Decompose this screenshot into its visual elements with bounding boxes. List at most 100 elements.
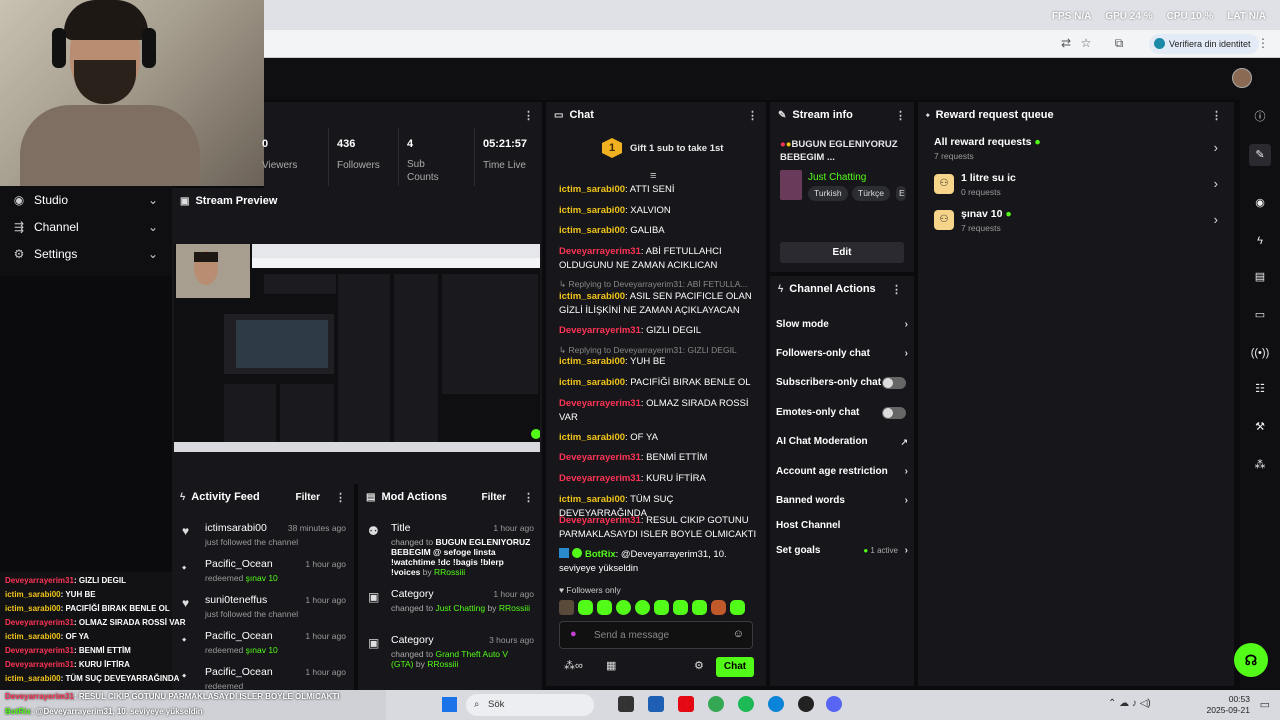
subscribers-only-toggle[interactable] [882, 377, 906, 389]
gift-banner[interactable]: 1 Gift 1 sub to take 1st [602, 138, 723, 158]
points-icon[interactable]: ⁂ [1249, 454, 1271, 476]
emotes-only-toggle[interactable] [882, 407, 906, 419]
slow-mode-row[interactable]: Slow mode › [776, 317, 910, 333]
pencil-icon[interactable]: ✎ [1249, 144, 1271, 166]
menu-dots-icon[interactable]: ⋮ [747, 109, 758, 122]
emote-icon[interactable] [578, 600, 593, 615]
tag[interactable]: Turkish [808, 186, 848, 201]
taskbar-search[interactable]: ⌕ Sök [466, 694, 594, 716]
feed-user[interactable]: suni0teneffus [205, 594, 267, 606]
chat-user[interactable]: Deveyarrayerim31 [559, 452, 641, 463]
avatar[interactable] [1232, 68, 1252, 88]
chat-user[interactable]: Deveyarrayerim31 [559, 325, 641, 336]
info-icon[interactable]: ⓘ [1249, 106, 1271, 128]
bolt-icon[interactable]: ϟ [1249, 230, 1271, 252]
filter-lines-icon[interactable]: ≡ [650, 170, 656, 182]
broadcast-icon[interactable]: ((•)) [1249, 342, 1271, 364]
spotify-icon[interactable] [738, 696, 754, 712]
emote-icon[interactable] [559, 600, 574, 615]
mod-user[interactable]: RRossiii [499, 603, 530, 613]
filter-button[interactable]: Filter [296, 492, 320, 503]
chat-user[interactable]: Deveyarrayerim31 [559, 398, 641, 409]
chat-user[interactable]: Deveyarrayerim31 [559, 246, 641, 257]
windows-start-icon[interactable] [442, 697, 457, 712]
chat-user[interactable]: Deveyarrayerim31 [559, 473, 641, 484]
chat-user[interactable]: ictim_sarabi00 [559, 494, 625, 505]
feed-user[interactable]: ictimsarabi00 [205, 522, 267, 534]
edit-stream-button[interactable]: Edit [780, 242, 904, 263]
send-chat-button[interactable]: Chat [716, 657, 754, 677]
menu-dots-icon[interactable]: ⋮ [523, 109, 534, 122]
category-link[interactable]: Just Chatting [808, 172, 866, 183]
emote-icon[interactable] [673, 600, 688, 615]
emote-icon[interactable] [635, 600, 650, 615]
chat-icon[interactable]: ▭ [1249, 304, 1271, 326]
emoji-icon[interactable]: ☺ [733, 628, 744, 640]
taskbar-clock[interactable]: 00:53 2025-09-21 [1207, 694, 1250, 716]
layout-icon[interactable]: ☷ [1249, 378, 1271, 400]
file-explorer-icon[interactable] [618, 696, 634, 712]
filter-button[interactable]: Filter [482, 492, 506, 503]
chat-user[interactable]: ictim_sarabi00 [559, 432, 625, 443]
points-icon[interactable]: ⁂∞ [564, 659, 583, 672]
reward-row[interactable]: ⚇ şınav 10 ● 7 requests › [934, 206, 1224, 236]
tray-icons[interactable]: ⌃ ☁ ♪ ◁) [1108, 698, 1151, 709]
tag[interactable]: Türkçe [852, 186, 890, 201]
mod-user[interactable]: RRossiii [427, 659, 458, 669]
chat-user[interactable]: Deveyarrayerim31 [559, 515, 641, 526]
feed-user[interactable]: Pacific_Ocean [205, 666, 273, 678]
host-channel-row[interactable]: Host Channel [776, 518, 910, 534]
emote-icon[interactable] [692, 600, 707, 615]
edge-icon[interactable] [768, 696, 784, 712]
help-button[interactable]: ☊ [1234, 643, 1268, 677]
sidebar-item-channel[interactable]: ⇶ Channel ⌄ [0, 213, 172, 240]
microphone-icon[interactable]: ● [570, 628, 577, 640]
extensions-icon[interactable]: ⧉ [1112, 36, 1126, 50]
account-age-row[interactable]: Account age restriction › [776, 464, 910, 480]
address-bar[interactable]: ⇄ ☆ ⧉ Verifiera din identitet ⋮ [264, 30, 1280, 58]
obs-icon[interactable] [798, 696, 814, 712]
emote-icon[interactable] [616, 600, 631, 615]
ai-moderation-row[interactable]: AI Chat Moderation ↗ [776, 434, 910, 450]
emote-icon[interactable] [730, 600, 745, 615]
discord-icon[interactable] [826, 696, 842, 712]
menu-dots-icon[interactable]: ⋮ [1211, 109, 1222, 122]
store-icon[interactable]: ▦ [606, 659, 616, 672]
chat-user[interactable]: ictim_sarabi00 [559, 205, 625, 216]
chat-user[interactable]: ictim_sarabi00 [559, 184, 625, 195]
stream-preview-video[interactable] [174, 244, 541, 452]
emote-icon[interactable] [654, 600, 669, 615]
menu-dots-icon[interactable]: ⋮ [895, 109, 906, 122]
feed-user[interactable]: Pacific_Ocean [205, 558, 273, 570]
translate-icon[interactable]: ⇄ [1059, 36, 1073, 50]
gear-icon[interactable]: ⚙ [694, 659, 704, 672]
chat-user[interactable]: BotRix [585, 549, 616, 560]
store-icon[interactable] [648, 696, 664, 712]
all-rewards-row[interactable]: All reward requests ● 7 requests › [934, 134, 1224, 164]
banned-words-row[interactable]: Banned words › [776, 493, 910, 509]
chat-user[interactable]: ictim_sarabi00 [559, 291, 625, 302]
wrench-icon[interactable]: ⚒ [1249, 416, 1271, 438]
tag[interactable]: E [896, 186, 906, 201]
menu-dots-icon[interactable]: ⋮ [523, 491, 534, 504]
mod-user[interactable]: RRossiii [434, 567, 465, 577]
emote-icon[interactable] [711, 600, 726, 615]
chat-user[interactable]: ictim_sarabi00 [559, 356, 625, 367]
bookmark-star-icon[interactable]: ☆ [1079, 36, 1093, 50]
chat-user[interactable]: ictim_sarabi00 [559, 225, 625, 236]
menu-dots-icon[interactable]: ⋮ [335, 491, 346, 504]
chat-user[interactable]: ictim_sarabi00 [559, 377, 625, 388]
chat-input[interactable]: ● Send a message ☺ [559, 621, 753, 649]
document-icon[interactable]: ▤ [1249, 266, 1271, 288]
followers-only-row[interactable]: Followers-only chat › [776, 346, 910, 362]
menu-dots-icon[interactable]: ⋮ [891, 283, 902, 296]
menu-dots-icon[interactable]: ⋮ [1256, 36, 1270, 50]
sidebar-item-studio[interactable]: ◉ Studio ⌄ [0, 186, 172, 213]
set-goals-row[interactable]: Set goals ● 1 active › [776, 543, 910, 559]
studio-icon[interactable]: ◉ [1249, 192, 1271, 214]
verify-identity-button[interactable]: Verifiera din identitet [1149, 34, 1259, 54]
feed-user[interactable]: Pacific_Ocean [205, 630, 273, 642]
sidebar-item-settings[interactable]: ⚙ Settings ⌄ [0, 240, 172, 267]
chrome-icon[interactable] [708, 696, 724, 712]
reward-row[interactable]: ⚇ 1 litre su ic 0 requests › [934, 170, 1224, 200]
